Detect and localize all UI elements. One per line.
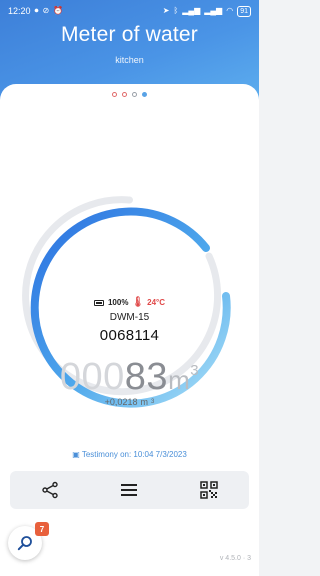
page-indicator — [0, 92, 259, 97]
alarm-icon: ⏰ — [53, 6, 64, 15]
bluetooth-icon: ᛒ — [173, 6, 179, 15]
delta-unit-sup: 3 — [150, 399, 155, 405]
page-dot-active[interactable] — [142, 92, 147, 97]
testimony-text: Testimony on: 10:04 7/3/2023 — [81, 450, 187, 459]
location-icon: ➤ — [162, 6, 170, 15]
page-subtitle: kitchen — [115, 55, 144, 65]
battery-icon — [93, 299, 104, 306]
page-dot[interactable] — [132, 92, 137, 97]
page-dot[interactable] — [122, 92, 127, 97]
battery-indicator: 91 — [237, 5, 251, 17]
reading-unit-sup: 3 — [190, 362, 200, 379]
menu-icon — [121, 484, 138, 496]
device-battery: 100% — [107, 298, 129, 307]
share-button[interactable] — [35, 475, 65, 505]
status-bar: 12:20 ⏺ ⊘ ⏰ ➤ ᛒ ▂▄▆ ▂▄▆ ◠ 91 — [0, 0, 259, 22]
wifi-icon: ◠ — [226, 6, 234, 15]
signal-icon: ▂▄▆ — [204, 6, 223, 15]
delta-unit: m — [140, 397, 148, 407]
signal-icon: ▂▄▆ — [182, 6, 201, 15]
meter-reading: 00083m3 — [0, 350, 259, 401]
calendar-icon: ▣ — [72, 450, 80, 459]
device-serial: 0068114 — [99, 327, 160, 344]
thermometer-icon: 🌡 — [131, 297, 145, 308]
consumption-delta: +0,0218 m 3 — [0, 397, 259, 407]
notification-badge: 7 — [35, 522, 49, 536]
testimony-timestamp: ▣ Testimony on: 10:04 7/3/2023 — [0, 450, 259, 459]
reading-leading-zeros: 000 — [59, 356, 125, 398]
screen-record-icon: ⏺ — [34, 6, 39, 15]
qr-code-button[interactable] — [194, 475, 224, 505]
qr-code-icon — [200, 481, 218, 499]
device-model: DWM-15 — [109, 312, 150, 323]
delta-value: +0,0218 — [104, 397, 138, 407]
share-icon — [42, 481, 58, 499]
search-icon — [17, 536, 32, 551]
reading-unit: m — [168, 365, 191, 395]
menu-button[interactable] — [114, 475, 144, 505]
status-time: 12:20 — [8, 6, 31, 16]
page-dot[interactable] — [112, 92, 117, 97]
device-temperature: 24°C — [147, 298, 166, 307]
bottom-toolbar — [10, 471, 249, 509]
app-version: v 4.5.0 · 3 — [219, 555, 251, 562]
do-not-disturb-icon: ⊘ — [42, 6, 50, 15]
page-title: Meter of water — [60, 23, 198, 46]
reading-value: 83 — [124, 356, 169, 398]
device-status-row: 100% 🌡 24°C — [0, 297, 259, 308]
